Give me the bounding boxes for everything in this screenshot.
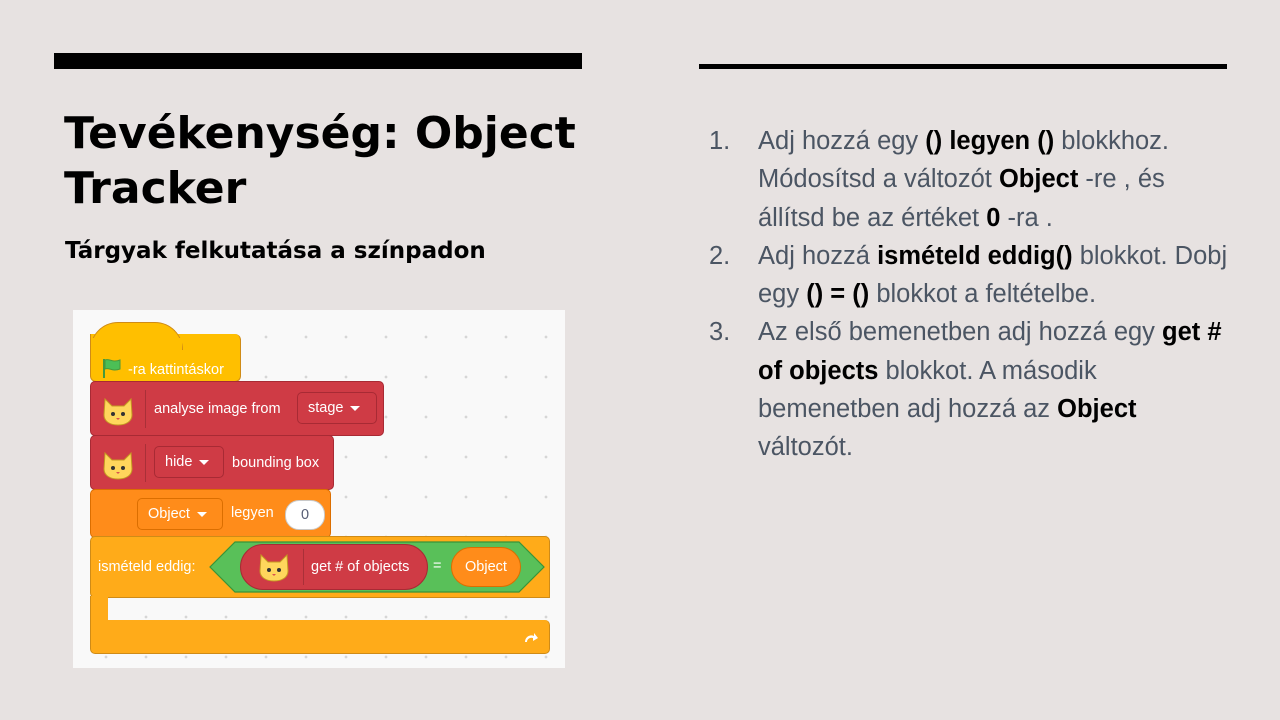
title-rule-left: [54, 53, 582, 69]
set-label: legyen: [231, 505, 274, 521]
cat-extension-icon: [259, 553, 289, 582]
step-number: 3.: [709, 318, 731, 347]
cat-extension-icon: [103, 451, 133, 480]
loop-arrow-icon: [525, 633, 538, 642]
chevron-down-icon: [196, 511, 207, 517]
get-objects-label: get # of objects: [311, 559, 410, 575]
repeat-until-arm: [90, 596, 108, 622]
hat-block-label: -ra kattintáskor: [128, 362, 224, 378]
show-hide-dropdown[interactable]: hide: [154, 446, 224, 478]
block-separator: [145, 444, 146, 482]
step-number: 1.: [709, 127, 731, 155]
show-hide-value: hide: [165, 454, 193, 470]
repeat-until-block[interactable]: ismételd eddig: get # of objects = Objec…: [90, 536, 550, 654]
step-number: 2.: [709, 241, 731, 270]
step-keyword: Object: [998, 165, 1079, 194]
instruction-step: 2. Adj hozzá ismételd eddig() blokkot. Do…: [709, 237, 1229, 314]
step-text: -ra .: [1000, 203, 1053, 232]
analyse-image-label: analyse image from: [154, 401, 281, 417]
equals-sign: =: [433, 558, 442, 574]
bounding-box-block[interactable]: hide bounding box: [90, 435, 334, 490]
slide-subtitle: Tárgyak felkutatása a színpadon: [65, 238, 486, 264]
instruction-step: 3. Az első bemenetben adj hozzá egy get #…: [709, 313, 1229, 466]
analyse-source-dropdown[interactable]: stage: [297, 392, 377, 424]
step-keyword: () legyen (): [925, 127, 1055, 155]
bounding-box-label: bounding box: [232, 455, 320, 471]
analyse-source-value: stage: [308, 400, 344, 416]
instruction-step: 1. Adj hozzá egy () legyen () blokkhoz. M…: [709, 122, 1229, 237]
hat-block-cap-fill: [91, 338, 182, 352]
step-text: Az első bemenetben adj hozzá egy: [758, 318, 1163, 347]
variable-dropdown[interactable]: Object: [137, 498, 223, 530]
chevron-down-icon: [199, 459, 210, 465]
slide-title: Tevékenység: Object Tracker: [64, 108, 576, 214]
step-keyword: 0: [986, 203, 1001, 232]
set-variable-block[interactable]: Object legyen 0: [90, 489, 331, 538]
green-flag-icon: [103, 359, 121, 378]
step-text: Adj hozzá egy: [758, 127, 926, 155]
step-keyword: () = (): [806, 280, 870, 309]
block-separator: [303, 549, 304, 585]
step-text: blokkot a feltételbe.: [869, 280, 1097, 309]
block-separator: [145, 390, 146, 428]
analyse-image-block[interactable]: analyse image from stage: [90, 381, 384, 436]
set-value-input[interactable]: 0: [285, 500, 325, 530]
step-text: Adj hozzá: [758, 241, 878, 270]
repeat-until-footer: [90, 620, 550, 654]
scratch-code-image: -ra kattintáskor analyse image from stag…: [73, 310, 565, 668]
instruction-list: 1. Adj hozzá egy () legyen () blokkhoz. M…: [709, 122, 1229, 467]
chevron-down-icon: [350, 405, 361, 411]
variable-dropdown-value: Object: [148, 506, 190, 522]
title-rule-right: [699, 64, 1227, 69]
get-objects-reporter[interactable]: get # of objects: [240, 544, 428, 590]
cat-extension-icon: [103, 397, 133, 426]
repeat-until-label: ismételd eddig:: [98, 559, 196, 575]
step-keyword: ismételd eddig(): [877, 241, 1073, 270]
step-text: változót.: [758, 433, 853, 462]
object-variable-reporter[interactable]: Object: [451, 547, 521, 587]
step-keyword: Object: [1057, 395, 1137, 424]
